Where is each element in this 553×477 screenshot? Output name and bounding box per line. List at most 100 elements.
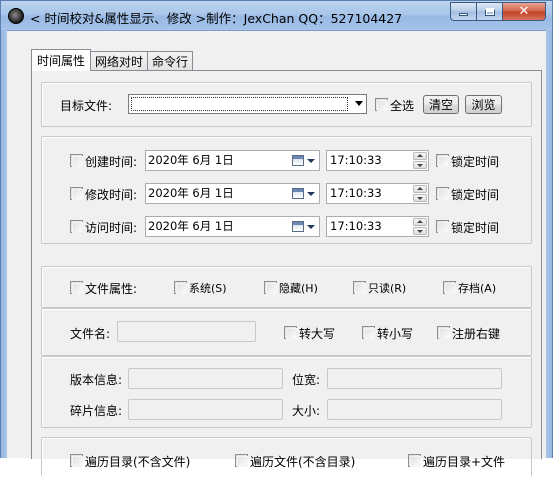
window-frame-right — [546, 30, 553, 458]
created-time-value: 17:10:33 — [330, 153, 382, 167]
version-info-field — [128, 368, 283, 389]
spin-down-icon[interactable] — [413, 194, 427, 202]
file-info-group: 版本信息: 位宽: 碎片信息: 大小: — [41, 356, 532, 428]
accessed-date-picker[interactable]: 2020年 6月 1日 — [145, 216, 320, 237]
browse-button[interactable]: 浏览 — [465, 95, 502, 114]
spin-up-icon[interactable] — [413, 152, 427, 160]
maximize-icon — [484, 7, 495, 16]
tab-time-attributes[interactable]: 时间属性 — [31, 49, 92, 71]
traverse-files-checkbox[interactable] — [235, 454, 248, 467]
version-info-label: 版本信息: — [70, 373, 123, 387]
app-icon[interactable] — [8, 8, 24, 24]
chevron-down-icon[interactable] — [355, 101, 363, 106]
to-upper-label: 转大写 — [299, 327, 336, 341]
accessed-time-value: 17:10:33 — [330, 219, 382, 233]
register-context-menu-checkbox[interactable] — [437, 326, 450, 339]
tab-command-line[interactable]: 命令行 — [147, 51, 194, 70]
created-date-picker[interactable]: 2020年 6月 1日 — [145, 150, 320, 171]
spin-up-icon[interactable] — [413, 185, 427, 193]
window-title: < 时间校对&属性显示、修改 >制作：JexChan QQ：527104427 — [30, 11, 403, 26]
tab-panel: 目标文件: 全选 清空 浏览 创建时间: 2020年 6月 1日 17:10:3… — [31, 70, 542, 477]
traverse-dirs-files-label: 遍历目录+文件 — [423, 455, 506, 469]
target-file-label: 目标文件: — [60, 99, 113, 113]
calendar-icon[interactable] — [292, 221, 304, 232]
modified-date-picker[interactable]: 2020年 6月 1日 — [145, 183, 320, 204]
filename-input[interactable] — [117, 321, 256, 342]
accessed-time-picker[interactable]: 17:10:33 — [326, 216, 429, 237]
chevron-down-icon[interactable] — [307, 225, 315, 229]
archive-checkbox[interactable] — [443, 281, 456, 294]
readonly-checkbox[interactable] — [353, 281, 366, 294]
system-checkbox[interactable] — [174, 281, 187, 294]
accessed-date-value: 2020年 6月 1日 — [148, 219, 234, 233]
traverse-files-label: 遍历文件(不含目录) — [250, 455, 356, 469]
to-lower-checkbox[interactable] — [362, 326, 375, 339]
window-controls: ✕ — [450, 2, 546, 21]
fragment-info-label: 碎片信息: — [70, 404, 123, 418]
register-context-menu-label: 注册右键 — [452, 327, 501, 341]
created-lock-label: 锁定时间 — [451, 155, 500, 169]
modified-date-value: 2020年 6月 1日 — [148, 186, 234, 200]
accessed-time-spinner[interactable] — [413, 218, 427, 235]
modified-time-label: 修改时间: — [85, 188, 138, 202]
spin-down-icon[interactable] — [413, 161, 427, 169]
hidden-checkbox[interactable] — [264, 281, 277, 294]
spin-up-icon[interactable] — [413, 218, 427, 226]
created-time-spinner[interactable] — [413, 152, 427, 169]
traverse-group: 遍历目录(不含文件) 遍历文件(不含目录) 遍历目录+文件 — [41, 437, 532, 477]
spin-down-icon[interactable] — [413, 227, 427, 235]
modified-time-spinner[interactable] — [413, 185, 427, 202]
bitness-field — [327, 368, 502, 389]
created-date-value: 2020年 6月 1日 — [148, 153, 234, 167]
calendar-icon[interactable] — [292, 155, 304, 166]
traverse-dirs-checkbox[interactable] — [70, 454, 83, 467]
file-attributes-checkbox[interactable] — [70, 281, 83, 294]
fragment-info-field — [128, 399, 283, 420]
created-time-picker[interactable]: 17:10:33 — [326, 150, 429, 171]
calendar-icon[interactable] — [292, 188, 304, 199]
filename-group: 文件名: 转大写 转小写 注册右键 — [41, 308, 532, 356]
modified-time-checkbox[interactable] — [70, 187, 83, 200]
modified-lock-checkbox[interactable] — [436, 187, 449, 200]
accessed-lock-label: 锁定时间 — [451, 221, 500, 235]
tab-network-time[interactable]: 网络对时 — [90, 51, 149, 70]
accessed-time-checkbox[interactable] — [70, 220, 83, 233]
file-times-group: 创建时间: 2020年 6月 1日 17:10:33 锁定时间 修改时间: 20… — [41, 136, 532, 244]
chevron-down-icon[interactable] — [307, 159, 315, 163]
clear-button[interactable]: 清空 — [423, 95, 459, 114]
modified-lock-label: 锁定时间 — [451, 188, 500, 202]
traverse-dirs-files-checkbox[interactable] — [408, 454, 421, 467]
readonly-label: 只读(R) — [368, 282, 407, 295]
modified-time-value: 17:10:33 — [330, 186, 382, 200]
created-lock-checkbox[interactable] — [436, 154, 449, 167]
close-icon: ✕ — [518, 4, 530, 19]
target-file-group: 目标文件: 全选 清空 浏览 — [41, 82, 532, 127]
bitness-label: 位宽: — [292, 373, 321, 387]
title-bar[interactable]: < 时间校对&属性显示、修改 >制作：JexChan QQ：527104427 … — [0, 0, 553, 30]
to-lower-label: 转小写 — [377, 327, 414, 341]
accessed-time-label: 访问时间: — [85, 221, 138, 235]
maximize-button[interactable] — [476, 2, 502, 21]
minimize-button[interactable] — [450, 2, 476, 21]
close-button[interactable]: ✕ — [502, 2, 546, 21]
to-upper-checkbox[interactable] — [284, 326, 297, 339]
chevron-down-icon[interactable] — [307, 192, 315, 196]
target-file-combo[interactable] — [128, 94, 367, 114]
select-all-checkbox[interactable] — [375, 98, 388, 111]
tab-strip: 时间属性 网络对时 命令行 — [31, 49, 194, 71]
modified-time-picker[interactable]: 17:10:33 — [326, 183, 429, 204]
size-label: 大小: — [292, 404, 321, 418]
file-attributes-label: 文件属性: — [85, 282, 138, 296]
select-all-label: 全选 — [390, 99, 415, 113]
window-frame-left — [0, 30, 7, 458]
filename-label: 文件名: — [70, 327, 111, 341]
minimize-icon — [459, 13, 468, 16]
accessed-lock-checkbox[interactable] — [436, 220, 449, 233]
archive-label: 存档(A) — [458, 282, 497, 295]
created-time-checkbox[interactable] — [70, 154, 83, 167]
combo-focus-rect — [131, 97, 348, 111]
system-label: 系统(S) — [189, 282, 227, 295]
file-attributes-group: 文件属性: 系统(S) 隐藏(H) 只读(R) 存档(A) — [41, 266, 532, 308]
window-client: 时间属性 网络对时 命令行 目标文件: 全选 清空 浏览 创建时间: 2020年… — [7, 30, 546, 477]
traverse-dirs-label: 遍历目录(不含文件) — [85, 455, 191, 469]
